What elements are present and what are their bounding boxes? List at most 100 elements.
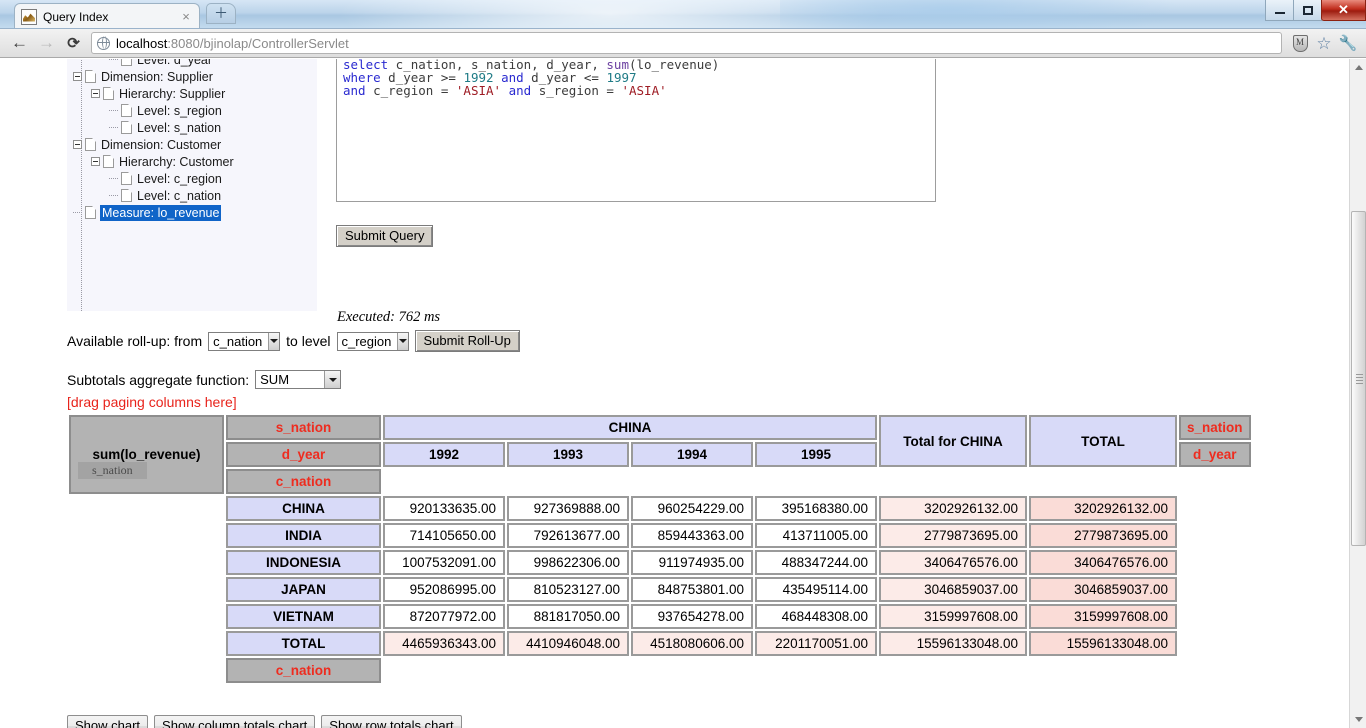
pivot-row-total-cell: 15596133048.00 (1029, 631, 1177, 656)
tree-expander-icon[interactable] (91, 157, 100, 166)
document-icon (121, 121, 132, 134)
menu-button[interactable]: 🔧 (1336, 32, 1360, 54)
rollup-to-select[interactable]: c_region (336, 331, 409, 351)
vertical-scrollbar[interactable] (1349, 59, 1366, 728)
show-chart-button[interactable]: Show chart (67, 715, 149, 728)
subtotals-label: Subtotals aggregate function: (67, 371, 250, 388)
minimize-icon (1274, 12, 1285, 14)
pivot-data-cell: 920133635.00 (383, 496, 505, 521)
tree-connector-icon (109, 59, 118, 60)
pivot-header-row-1: sum(lo_revenue) s_nation CHINA Total for CH… (69, 415, 1251, 494)
pivot-footer-end-spacer (879, 658, 1027, 683)
tree-node-label: Dimension: Customer (101, 137, 222, 152)
pivot-data-cell: 488347244.00 (755, 550, 877, 575)
pivot-col-field-s-nation[interactable]: s_nation (226, 415, 381, 440)
tree-node[interactable]: Hierarchy: Supplier (67, 85, 317, 102)
url-path: :8080/bjinolap/ControllerServlet (167, 35, 349, 51)
tree-expander-icon[interactable] (73, 140, 82, 149)
back-button[interactable]: ← (6, 31, 33, 55)
pivot-data-cell: 4410946048.00 (507, 631, 629, 656)
close-tab-icon[interactable]: × (179, 10, 193, 24)
show-row-totals-chart-button[interactable]: Show row totals chart (321, 715, 462, 728)
pivot-col-field-d-year[interactable]: d_year (226, 442, 381, 467)
tree-node[interactable]: Level: s_nation (67, 119, 317, 136)
pivot-data-cell: 927369888.00 (507, 496, 629, 521)
close-window-button[interactable]: ✕ (1321, 0, 1366, 21)
bookmark-button[interactable]: ☆ (1312, 32, 1336, 54)
show-column-totals-chart-button[interactable]: Show column totals chart (154, 715, 316, 728)
browser-tab-query-index[interactable]: Query Index × (14, 3, 200, 28)
url-host: localhost (116, 35, 168, 51)
tree-node[interactable]: Level: d_year (67, 59, 317, 68)
pivot-row-subtotal-cell: 15596133048.00 (879, 631, 1027, 656)
tree-node[interactable]: Level: s_region (67, 102, 317, 119)
forward-button[interactable]: → (33, 31, 60, 55)
table-row: INDONESIA 1007532091.00 998622306.00 911974… (69, 550, 1251, 575)
pivot-row-field-c-nation[interactable]: c_nation (226, 469, 381, 494)
scrollbar-thumb[interactable] (1351, 211, 1366, 546)
pivot-row-end-spacer (1179, 496, 1251, 521)
globe-icon (96, 36, 110, 50)
tab-title: Query Index (43, 9, 109, 24)
subtotals-function-select[interactable]: SUM (255, 370, 342, 389)
pivot-row-spacer (69, 496, 224, 521)
scroll-up-button[interactable] (1350, 59, 1366, 76)
sql-query-textarea[interactable]: select c_nation, s_nation, d_year, sum(l… (336, 59, 936, 202)
sql-keyword-and-3: and (501, 83, 539, 98)
tree-expander-icon[interactable] (73, 72, 82, 81)
pivot-footer-end-spacer (383, 658, 505, 683)
sql-string-asia-1: 'ASIA' (455, 83, 502, 98)
pivot-row-end-spacer (1179, 604, 1251, 629)
tree-node-label: Level: s_region (137, 103, 222, 118)
tree-connector-icon (109, 178, 118, 179)
pivot-row-subtotal-cell: 3046859037.00 (879, 577, 1027, 602)
rollup-from-select[interactable]: c_nation (208, 331, 281, 351)
reload-button[interactable]: ⟳ (60, 31, 87, 55)
pivot-row-subtotal-cell: 3406476576.00 (879, 550, 1027, 575)
minimize-button[interactable] (1265, 0, 1294, 21)
pivot-footer-end-spacer (631, 658, 753, 683)
scroll-down-button[interactable] (1350, 711, 1366, 728)
pivot-row-subtotal-cell: 3159997608.00 (879, 604, 1027, 629)
document-icon (121, 104, 132, 117)
tree-node[interactable]: Dimension: Customer (67, 136, 317, 153)
chevron-up-icon (1354, 65, 1363, 70)
rollup-prefix-label: Available roll-up: from (67, 333, 203, 349)
tree-node[interactable]: Dimension: Supplier (67, 68, 317, 85)
browser-titlebar: Query Index × ＋ ✕ (0, 0, 1366, 29)
chevron-down-icon (1354, 717, 1363, 722)
tree-node[interactable]: Hierarchy: Customer (67, 153, 317, 170)
pivot-data-cell: 4465936343.00 (383, 631, 505, 656)
sql-cregion-predicate: c_region = (365, 83, 456, 98)
rollup-controls: Available roll-up: from c_nation to leve… (67, 330, 526, 352)
pivot-right-field-d-year[interactable]: d_year (1179, 442, 1251, 467)
tree-expander-icon[interactable] (91, 89, 100, 98)
chevron-down-icon (268, 332, 280, 350)
pivot-footer-field-c-nation[interactable]: c_nation (226, 658, 381, 683)
extension-button[interactable]: M (1288, 32, 1312, 54)
pivot-row-end-spacer (1179, 550, 1251, 575)
pivot-row-header: TOTAL (226, 631, 381, 656)
maximize-button[interactable] (1293, 0, 1322, 21)
rollup-from-value: c_nation (213, 333, 263, 349)
subtotals-function-value: SUM (260, 372, 290, 387)
table-row: CHINA 920133635.00 927369888.00 960254229.0… (69, 496, 1251, 521)
tree-node-label: Hierarchy: Customer (119, 154, 234, 169)
pivot-row-end-spacer (1179, 577, 1251, 602)
pivot-spacer-cell (1179, 469, 1251, 494)
address-bar[interactable]: localhost:8080/bjinolap/ControllerServle… (91, 32, 1282, 54)
submit-rollup-button[interactable]: Submit Roll-Up (414, 330, 520, 352)
window-controls: ✕ (1265, 0, 1366, 22)
metadata-tree[interactable]: Level: d_year Dimension: Supplier Hierarch… (67, 59, 317, 311)
pivot-row-total-cell: 3159997608.00 (1029, 604, 1177, 629)
pivot-row-header: VIETNAM (226, 604, 381, 629)
pivot-grand-total-header: TOTAL (1029, 415, 1177, 467)
submit-query-button[interactable]: Submit Query (336, 225, 434, 247)
tree-node[interactable]: Measure: lo_revenue (67, 204, 317, 221)
pivot-row-total-cell: 3202926132.00 (1029, 496, 1177, 521)
paging-dropzone[interactable]: [drag paging columns here] (67, 394, 237, 410)
tree-node[interactable]: Level: c_nation (67, 187, 317, 204)
pivot-right-field-s-nation[interactable]: s_nation (1179, 415, 1251, 440)
new-tab-button[interactable]: ＋ (206, 3, 236, 24)
tree-node[interactable]: Level: c_region (67, 170, 317, 187)
